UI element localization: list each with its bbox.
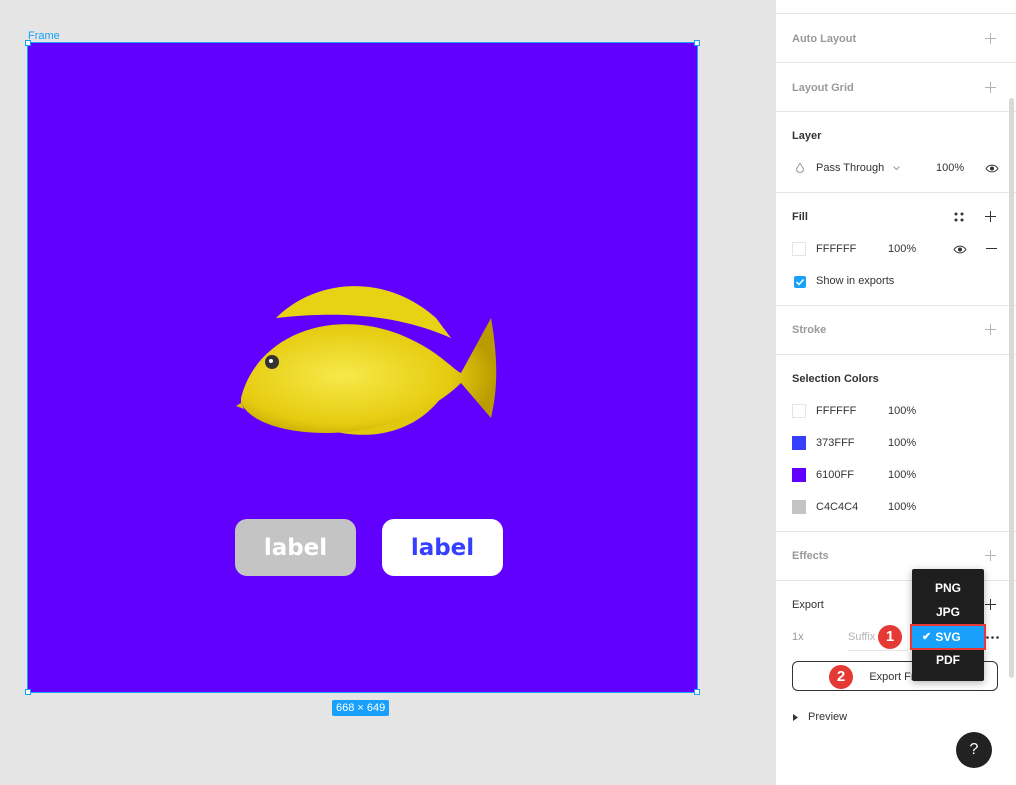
more-options-icon[interactable]	[986, 636, 999, 639]
fill-swatch[interactable]	[792, 242, 806, 256]
export-title: Export	[792, 599, 824, 611]
add-auto-layout-icon[interactable]	[985, 33, 996, 44]
resize-handle-tl[interactable]	[25, 40, 31, 46]
layer-opacity[interactable]: 100%	[936, 162, 964, 174]
frame-label[interactable]: Frame	[28, 30, 60, 42]
styles-grid-icon[interactable]	[954, 212, 964, 222]
step-marker-1: 1	[878, 625, 902, 649]
chevron-down-icon[interactable]	[893, 166, 900, 171]
layout-grid-section: Layout Grid	[776, 62, 1016, 112]
selection-color-opacity[interactable]: 100%	[888, 469, 916, 481]
selection-color-hex[interactable]: 6100FF	[816, 469, 854, 481]
stroke-section: Stroke	[776, 305, 1016, 355]
eye-icon[interactable]	[985, 164, 999, 173]
checkmark-icon: ✔	[922, 631, 932, 643]
fill-section: Fill FFFFFF 100% Show in exports	[776, 192, 1016, 306]
remove-fill-icon[interactable]	[986, 248, 997, 249]
suffix-underline	[848, 650, 908, 651]
resize-handle-tr[interactable]	[694, 40, 700, 46]
help-button[interactable]: ?	[956, 732, 992, 768]
resize-handle-br[interactable]	[694, 689, 700, 695]
export-scale-select[interactable]: 1x	[792, 631, 804, 643]
selection-colors-section: Selection Colors FFFFFF 100% 373FFF 100%…	[776, 354, 1016, 532]
show-in-exports-checkbox[interactable]	[794, 276, 806, 288]
label-button-white[interactable]: label	[382, 519, 503, 576]
add-fill-icon[interactable]	[985, 211, 996, 222]
selection-color-swatch[interactable]	[792, 468, 806, 482]
auto-layout-title: Auto Layout	[792, 33, 857, 45]
format-option-jpg[interactable]: JPG	[912, 601, 984, 623]
layer-section: Layer Pass Through 100%	[776, 111, 1016, 193]
step-marker-2: 2	[829, 665, 853, 689]
stroke-title: Stroke	[792, 324, 827, 336]
label-button-grey[interactable]: label	[235, 519, 356, 576]
layer-title: Layer	[792, 130, 822, 142]
selection-color-hex[interactable]: C4C4C4	[816, 501, 858, 513]
fill-title: Fill	[792, 211, 808, 223]
selection-color-opacity[interactable]: 100%	[888, 437, 916, 449]
caret-right-icon[interactable]	[793, 714, 799, 721]
export-suffix-input[interactable]: Suffix	[848, 631, 875, 643]
selection-color-hex[interactable]: 373FFF	[816, 437, 855, 449]
selection-color-opacity[interactable]: 100%	[888, 405, 916, 417]
frame-size-badge: 668 × 649	[332, 700, 390, 716]
resize-handle-bl[interactable]	[25, 689, 31, 695]
add-effect-icon[interactable]	[985, 550, 996, 561]
panel-scrollbar[interactable]	[1009, 98, 1014, 678]
add-stroke-icon[interactable]	[985, 324, 996, 335]
selection-color-opacity[interactable]: 100%	[888, 501, 916, 513]
eye-icon[interactable]	[953, 245, 967, 254]
selection-color-hex[interactable]: FFFFFF	[816, 405, 856, 417]
layout-grid-title: Layout Grid	[792, 82, 854, 94]
show-in-exports-label: Show in exports	[816, 275, 895, 287]
fill-opacity[interactable]: 100%	[888, 243, 916, 255]
preview-toggle[interactable]: Preview	[808, 711, 847, 723]
add-layout-grid-icon[interactable]	[985, 82, 996, 93]
format-option-png[interactable]: PNG	[912, 577, 984, 599]
design-canvas[interactable]: Frame 668 × 649 label label	[0, 0, 776, 785]
format-option-pdf[interactable]: PDF	[912, 649, 984, 671]
blend-mode-select[interactable]: Pass Through	[816, 162, 884, 174]
fill-hex[interactable]: FFFFFF	[816, 243, 856, 255]
blend-drop-icon	[796, 163, 804, 173]
format-option-svg-label: SVG	[935, 630, 961, 644]
selection-color-swatch[interactable]	[792, 436, 806, 450]
auto-layout-section: Auto Layout	[776, 13, 1016, 63]
fish-image[interactable]	[236, 278, 501, 443]
selection-color-swatch[interactable]	[792, 500, 806, 514]
selection-color-swatch[interactable]	[792, 404, 806, 418]
selection-colors-title: Selection Colors	[792, 373, 879, 385]
effects-title: Effects	[792, 550, 829, 562]
format-option-svg[interactable]: ✔ SVG	[910, 624, 986, 650]
export-format-dropdown[interactable]: PNG JPG ✔ SVG PDF	[910, 569, 986, 681]
add-export-icon[interactable]	[985, 599, 996, 610]
